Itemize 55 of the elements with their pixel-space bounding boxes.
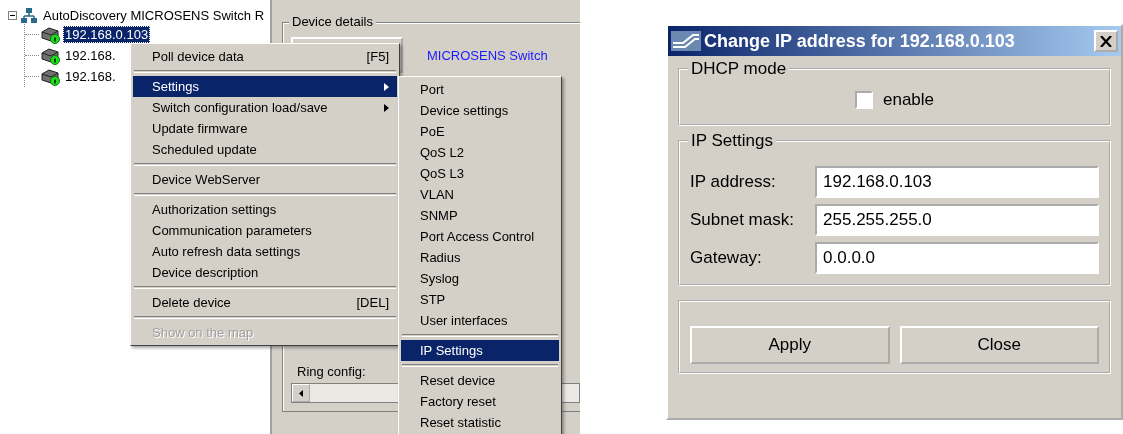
input-field[interactable]: 255.255.255.0 — [815, 204, 1099, 236]
tree-item[interactable]: 192.168.0.103 — [63, 26, 151, 43]
input-field[interactable]: 0.0.0.0 — [815, 242, 1099, 274]
menu-item[interactable]: User interfaces — [401, 310, 559, 331]
network-icon — [20, 6, 38, 25]
tree-root-label[interactable]: AutoDiscovery MICROSENS Switch R — [41, 7, 267, 24]
menu-item[interactable]: Device description — [133, 262, 397, 283]
menu-item[interactable]: Update firmware — [133, 118, 397, 139]
menu-item[interactable]: Port Access Control — [401, 226, 559, 247]
menu-item[interactable]: Authorization settings — [133, 199, 397, 220]
menu-item[interactable]: Poll device data [F5] — [133, 46, 397, 67]
switch-device-icon — [41, 67, 61, 86]
menu-item[interactable]: Reset statistic — [401, 412, 559, 433]
menu-item[interactable]: Reset device — [401, 370, 559, 391]
group-title: Device details — [289, 14, 376, 29]
field-label: Gateway: — [690, 248, 763, 268]
menu-item[interactable]: Device WebServer — [133, 169, 397, 190]
tree-item[interactable]: 192.168. — [63, 68, 118, 85]
close-icon[interactable] — [1100, 35, 1112, 47]
tree-item[interactable]: 192.168. — [63, 47, 118, 64]
field-label: Subnet mask: — [690, 210, 795, 230]
enable-checkbox[interactable] — [854, 91, 873, 109]
dialog-button[interactable]: Close — [899, 326, 1099, 364]
menu-item[interactable]: Port — [401, 79, 559, 100]
menu-item[interactable]: Auto refresh data settings — [133, 241, 397, 262]
menu-item[interactable]: Switch configuration load/save — [133, 97, 397, 118]
menu-item[interactable]: IP Settings — [401, 340, 559, 361]
menu-item[interactable]: Factory reset — [401, 391, 559, 412]
dialog-title: Change IP address for 192.168.0.103 — [704, 30, 1016, 52]
input-field[interactable]: 192.168.0.103 — [815, 166, 1099, 198]
menu-item[interactable]: Delete device [DEL] — [133, 292, 397, 313]
checkbox-label: enable — [882, 90, 935, 110]
switch-device-icon — [41, 25, 61, 44]
scroll-left-icon[interactable] — [299, 389, 303, 397]
field-label: Ring config: — [296, 364, 367, 379]
menu-item[interactable]: PoE — [401, 121, 559, 142]
menu-item[interactable]: VLAN — [401, 184, 559, 205]
menu-item[interactable]: Syslog — [401, 268, 559, 289]
menu-item[interactable]: Radius — [401, 247, 559, 268]
device-type-text: MICROSENS Switch — [427, 47, 548, 63]
network-cable-icon — [671, 29, 701, 53]
close-button[interactable] — [1094, 30, 1118, 52]
field-label: IP address: — [690, 172, 777, 192]
menu-item[interactable]: Communication parameters — [133, 220, 397, 241]
menu-item[interactable]: Scheduled update — [133, 139, 397, 160]
menu-item[interactable]: SNMP — [401, 205, 559, 226]
group-title: IP Settings — [688, 131, 776, 151]
menu-item[interactable]: Device settings — [401, 100, 559, 121]
menu-item[interactable]: QoS L2 — [401, 142, 559, 163]
dialog-button[interactable]: Apply — [690, 326, 890, 364]
collapse-icon[interactable] — [8, 11, 17, 20]
switch-device-icon — [41, 46, 61, 65]
menu-item[interactable]: Settings — [133, 76, 397, 97]
menu-item[interactable]: STP — [401, 289, 559, 310]
menu-item[interactable]: QoS L3 — [401, 163, 559, 184]
